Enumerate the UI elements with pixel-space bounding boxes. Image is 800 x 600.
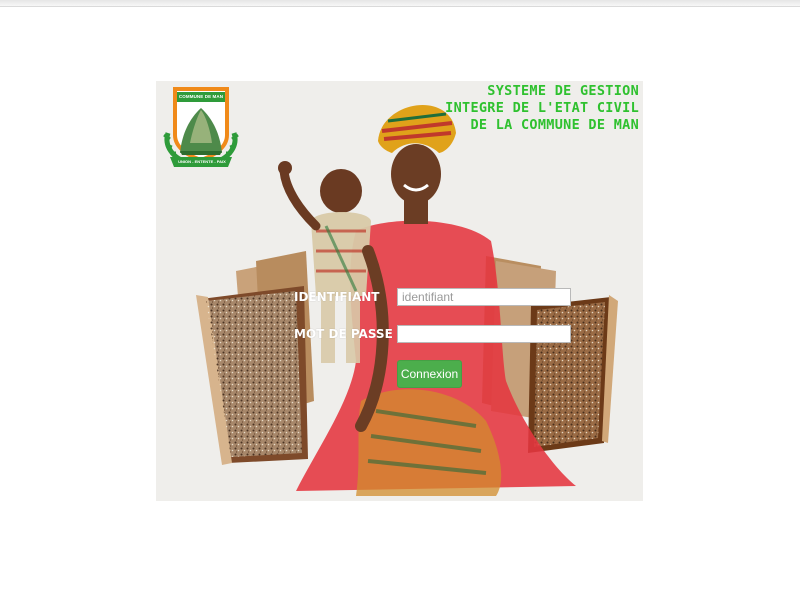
title-line-2: INTEGRE DE L'ETAT CIVIL bbox=[445, 100, 639, 116]
username-input[interactable] bbox=[397, 288, 571, 306]
browser-top-edge bbox=[0, 0, 800, 7]
crest-banner-text: COMMUNE DE MAN bbox=[178, 94, 224, 99]
connexion-button[interactable]: Connexion bbox=[397, 360, 462, 388]
login-panel: COMMUNE DE MAN UNION - ENTENTE - PAIX SY… bbox=[156, 81, 643, 501]
app-title: SYSTEME DE GESTION INTEGRE DE L'ETAT CIV… bbox=[445, 83, 639, 134]
password-label: MOT DE PASSE bbox=[294, 327, 393, 341]
password-input[interactable] bbox=[397, 325, 571, 343]
title-line-1: SYSTEME DE GESTION bbox=[487, 83, 639, 99]
commune-crest-logo: COMMUNE DE MAN UNION - ENTENTE - PAIX bbox=[160, 83, 242, 171]
crest-motto: UNION - ENTENTE - PAIX bbox=[178, 159, 226, 164]
username-label: IDENTIFIANT bbox=[294, 290, 380, 304]
title-line-3: DE LA COMMUNE DE MAN bbox=[470, 117, 639, 133]
